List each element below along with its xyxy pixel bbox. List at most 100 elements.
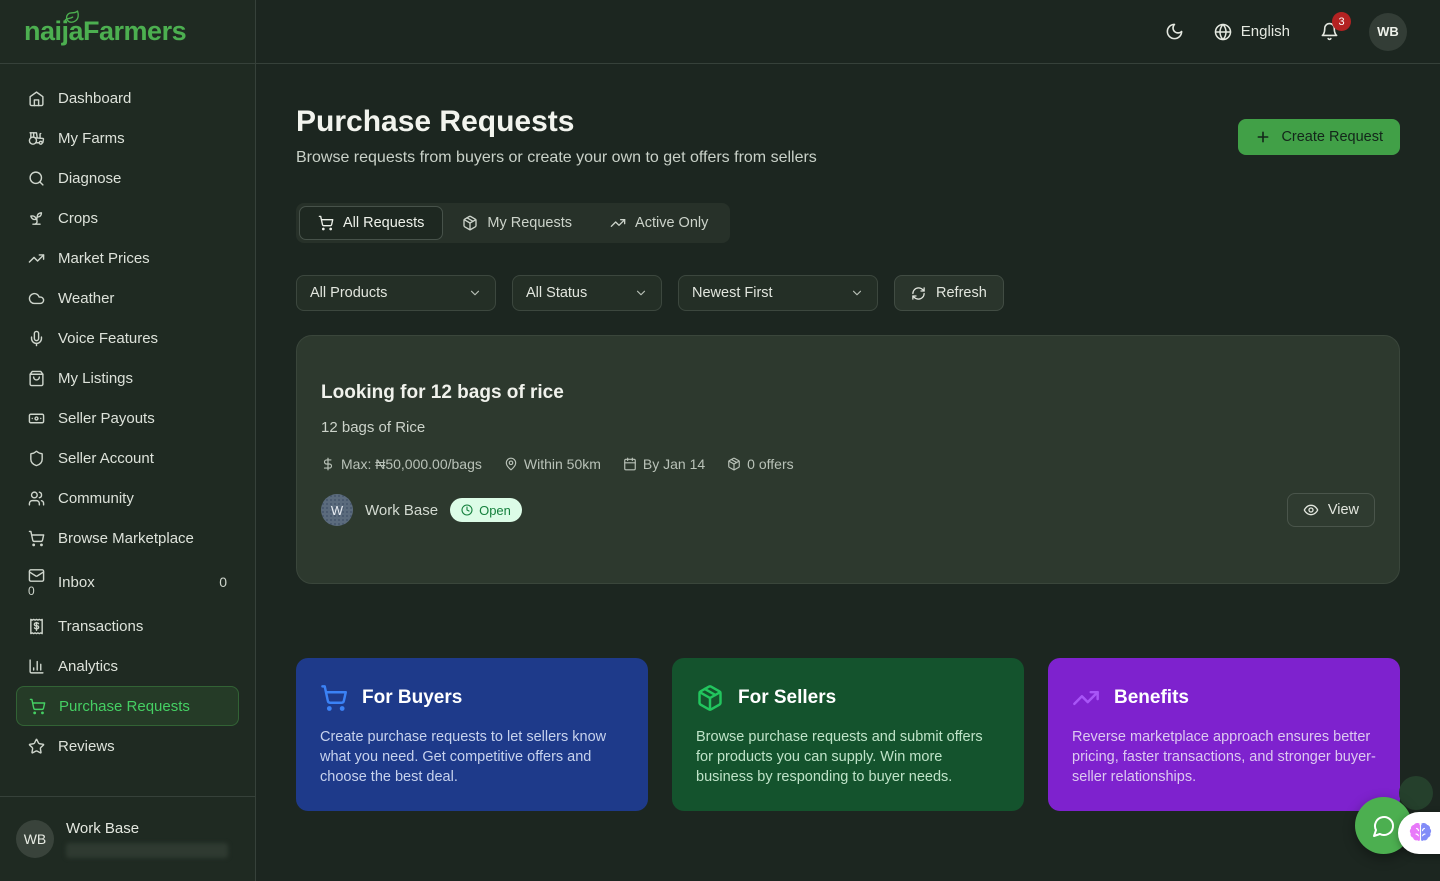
chevron-down-icon: [634, 286, 648, 300]
sidebar-item-label: Purchase Requests: [59, 698, 190, 715]
eye-icon: [1303, 502, 1319, 518]
sidebar-item-seller-payouts[interactable]: Seller Payouts: [16, 398, 239, 438]
sidebar-item-label: Browse Marketplace: [58, 530, 194, 547]
sidebar-item-inbox[interactable]: 0 Inbox 0: [16, 558, 239, 606]
inbox-count-badge: 0: [219, 574, 227, 590]
sidebar-item-label: Weather: [58, 290, 114, 307]
for-buyers-header: For Buyers: [320, 684, 624, 712]
main-content: Purchase Requests Browse requests from b…: [256, 64, 1440, 881]
sidebar-item-weather[interactable]: Weather: [16, 278, 239, 318]
for-buyers-text: Create purchase requests to let sellers …: [320, 727, 624, 787]
sidebar-user[interactable]: WB Work Base: [0, 797, 255, 881]
sprout-icon: [28, 210, 45, 227]
tab-label: Active Only: [635, 215, 708, 231]
clock-icon: [461, 504, 473, 516]
user-email-redacted: [66, 843, 228, 858]
browser-extension-button[interactable]: [1398, 812, 1440, 854]
sidebar-item-my-listings[interactable]: My Listings: [16, 358, 239, 398]
sidebar-item-crops[interactable]: Crops: [16, 198, 239, 238]
tab-all-requests[interactable]: All Requests: [299, 206, 443, 240]
tab-active-only[interactable]: Active Only: [591, 206, 727, 240]
chevron-down-icon: [850, 286, 864, 300]
create-request-button[interactable]: Create Request: [1238, 119, 1400, 155]
status-badge: Open: [450, 498, 522, 522]
receipt-icon: [28, 618, 45, 635]
status-filter-select[interactable]: All Status: [512, 275, 662, 311]
mail-icon-wrap: 0: [28, 567, 45, 597]
sidebar-item-label: Seller Payouts: [58, 410, 155, 427]
for-buyers-title: For Buyers: [362, 687, 462, 709]
max-price-value: Max: ₦50,000.00/bags: [341, 456, 482, 472]
distance-value: Within 50km: [524, 456, 601, 472]
for-sellers-text: Browse purchase requests and submit offe…: [696, 727, 1000, 787]
buyer-avatar: W: [321, 494, 353, 526]
status-filter-value: All Status: [526, 285, 587, 301]
product-filter-select[interactable]: All Products: [296, 275, 496, 311]
sort-value: Newest First: [692, 285, 773, 301]
buyer-avatar-initial: W: [331, 503, 343, 518]
trending-up-icon: [1072, 684, 1100, 712]
inbox-icon-sub-count: 0: [28, 585, 35, 597]
notifications-button[interactable]: 3: [1316, 18, 1343, 45]
sidebar-item-transactions[interactable]: Transactions: [16, 606, 239, 646]
bar-chart-icon: [28, 658, 45, 675]
tab-my-requests[interactable]: My Requests: [443, 206, 591, 240]
request-max-price: Max: ₦50,000.00/bags: [321, 456, 482, 472]
map-pin-icon: [504, 457, 518, 471]
header-avatar-initials: WB: [1377, 24, 1399, 39]
refresh-icon: [911, 286, 926, 301]
chat-bubble-icon: [1372, 814, 1396, 838]
request-title: Looking for 12 bags of rice: [321, 382, 1375, 404]
user-avatar: WB: [16, 820, 54, 858]
user-avatar-initials: WB: [24, 831, 47, 847]
user-menu-button[interactable]: WB: [1369, 13, 1407, 51]
tab-label: All Requests: [343, 215, 424, 231]
sidebar-item-label: Seller Account: [58, 450, 154, 467]
sidebar-item-voice-features[interactable]: Voice Features: [16, 318, 239, 358]
sidebar-nav: Dashboard My Farms Diagnose Crops Market…: [0, 64, 255, 796]
package-icon: [696, 684, 724, 712]
sidebar-item-label: Community: [58, 490, 134, 507]
language-button[interactable]: English: [1214, 23, 1290, 41]
sidebar-item-label: Transactions: [58, 618, 143, 635]
main-column: English 3 WB Purchase Requests Browse re…: [256, 0, 1440, 881]
view-request-button[interactable]: View: [1287, 493, 1375, 527]
sidebar-item-market-prices[interactable]: Market Prices: [16, 238, 239, 278]
shield-icon: [28, 450, 45, 467]
sidebar-item-dashboard[interactable]: Dashboard: [16, 78, 239, 118]
sidebar-item-label: Market Prices: [58, 250, 150, 267]
sidebar-item-label: Inbox: [58, 574, 95, 591]
sidebar-user-info: Work Base: [66, 820, 228, 858]
refresh-button[interactable]: Refresh: [894, 275, 1004, 311]
sidebar-item-my-farms[interactable]: My Farms: [16, 118, 239, 158]
page-title-block: Purchase Requests Browse requests from b…: [296, 104, 817, 167]
plus-icon: [1255, 129, 1271, 145]
for-sellers-card: For Sellers Browse purchase requests and…: [672, 658, 1024, 811]
logo[interactable]: naijaFarmers: [0, 0, 255, 64]
tab-label: My Requests: [487, 215, 572, 231]
sidebar-item-label: Reviews: [58, 738, 115, 755]
sidebar-item-diagnose[interactable]: Diagnose: [16, 158, 239, 198]
sort-select[interactable]: Newest First: [678, 275, 878, 311]
request-offers: 0 offers: [727, 456, 793, 472]
status-badge-label: Open: [479, 503, 511, 518]
tab-list: All Requests My Requests Active Only: [296, 203, 730, 243]
sidebar-item-seller-account[interactable]: Seller Account: [16, 438, 239, 478]
sidebar-item-label: Analytics: [58, 658, 118, 675]
sidebar-item-label: My Listings: [58, 370, 133, 387]
sidebar-item-browse-marketplace[interactable]: Browse Marketplace: [16, 518, 239, 558]
leaf-icon: [63, 8, 81, 26]
app-root: naijaFarmers Dashboard My Farms Diagnose…: [0, 0, 1440, 881]
deadline-value: By Jan 14: [643, 456, 705, 472]
benefits-header: Benefits: [1072, 684, 1376, 712]
request-meta-row: Max: ₦50,000.00/bags Within 50km By Jan …: [321, 456, 1375, 472]
dollar-icon: [321, 457, 335, 471]
sidebar-item-reviews[interactable]: Reviews: [16, 726, 239, 766]
trending-up-icon: [28, 250, 45, 267]
sidebar-item-purchase-requests[interactable]: Purchase Requests: [16, 686, 239, 726]
sidebar-item-analytics[interactable]: Analytics: [16, 646, 239, 686]
sidebar-item-community[interactable]: Community: [16, 478, 239, 518]
sidebar-item-label: Voice Features: [58, 330, 158, 347]
request-distance: Within 50km: [504, 456, 601, 472]
theme-toggle-button[interactable]: [1161, 18, 1188, 45]
